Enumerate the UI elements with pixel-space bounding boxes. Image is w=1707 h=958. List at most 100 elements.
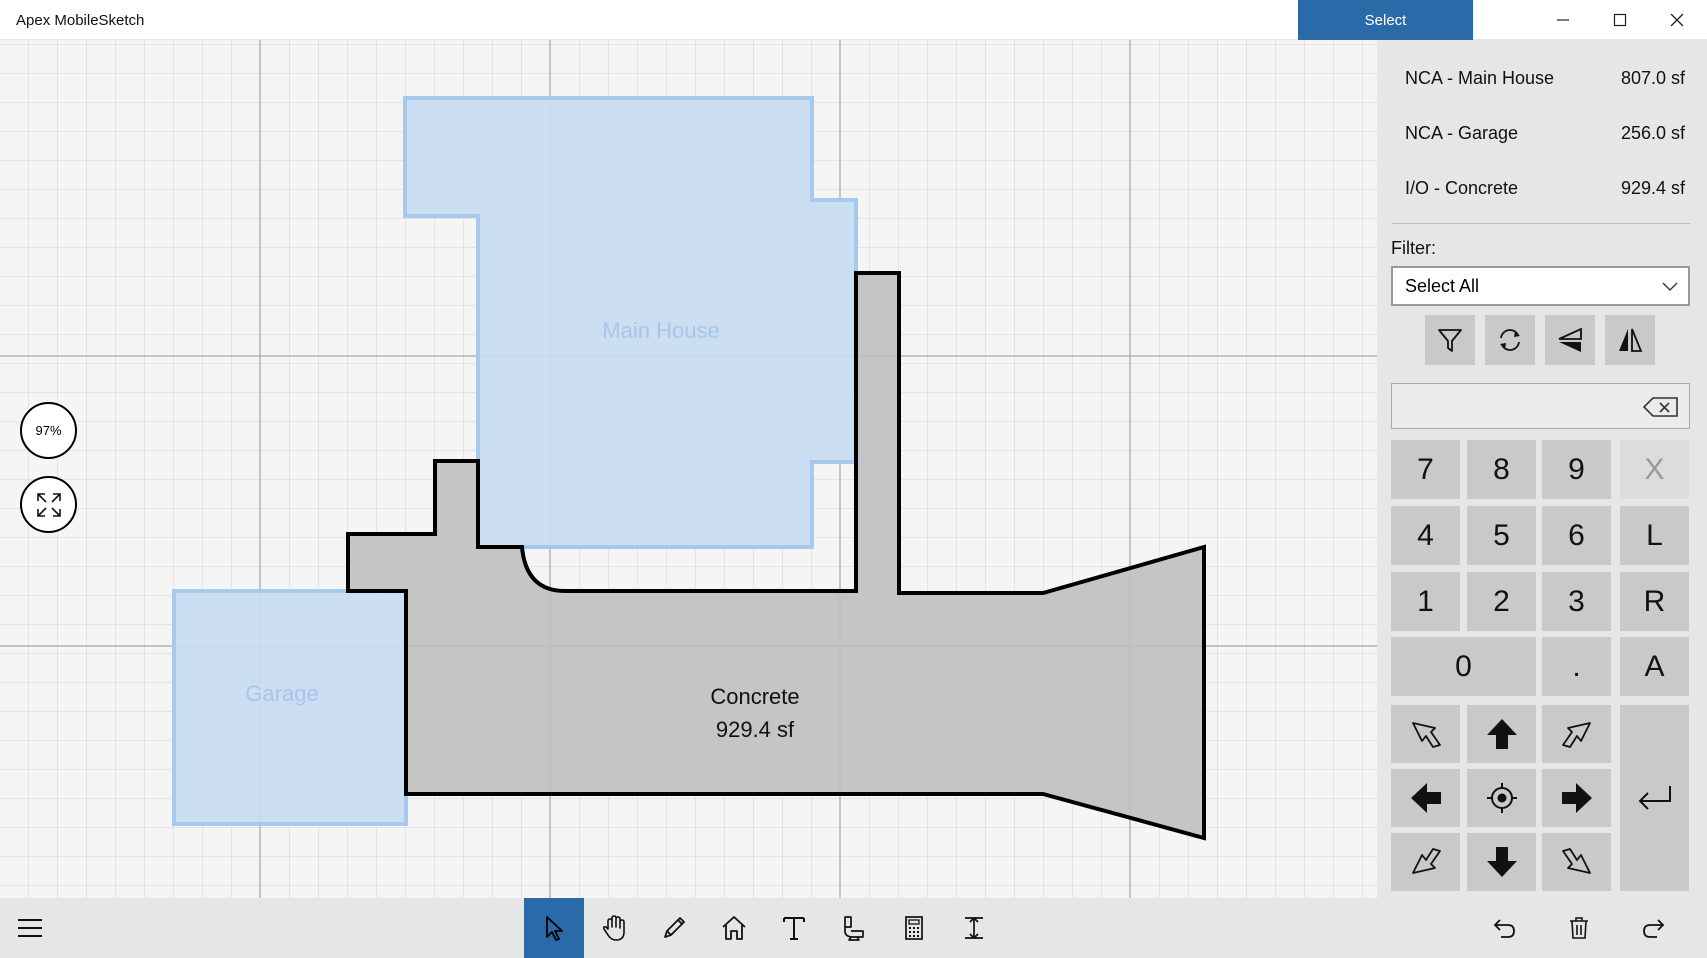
move-left-button[interactable] bbox=[1391, 769, 1460, 827]
concrete-label: Concrete bbox=[710, 684, 799, 709]
numeric-input[interactable] bbox=[1391, 383, 1690, 429]
area-row-main-house[interactable]: NCA - Main House 807.0 sf bbox=[1405, 68, 1685, 92]
fixture-icon bbox=[844, 916, 864, 941]
area-name: I/O - Concrete bbox=[1405, 178, 1519, 198]
area-value: 807.0 sf bbox=[1620, 68, 1685, 88]
dimension-icon bbox=[965, 916, 983, 940]
rotate-tool-button[interactable] bbox=[1485, 315, 1535, 365]
arrow-left-icon bbox=[1410, 783, 1441, 813]
pencil-icon bbox=[664, 917, 685, 938]
garage-label: Garage bbox=[245, 681, 318, 706]
concrete-area-label: 929.4 sf bbox=[716, 717, 795, 742]
arrow-up-right-icon bbox=[1561, 722, 1591, 748]
backspace-icon bbox=[1643, 397, 1678, 417]
undo-icon bbox=[1493, 919, 1515, 938]
flip-horizontal-icon bbox=[1619, 328, 1643, 352]
redo-icon bbox=[1643, 919, 1665, 938]
calculator-tool-button[interactable] bbox=[884, 898, 944, 958]
key-5[interactable]: 5 bbox=[1467, 506, 1536, 565]
key-x[interactable]: X bbox=[1620, 440, 1689, 499]
title-bar: Apex MobileSketch Select bbox=[0, 0, 1707, 40]
shape-garage[interactable] bbox=[172, 589, 408, 826]
backspace-button[interactable] bbox=[1641, 394, 1681, 420]
key-3[interactable]: 3 bbox=[1542, 572, 1611, 631]
arrow-up-left-icon bbox=[1411, 722, 1441, 748]
flip-vertical-button[interactable] bbox=[1545, 315, 1595, 365]
filter-tool-button[interactable] bbox=[1425, 315, 1475, 365]
filter-dropdown[interactable]: Select All bbox=[1391, 266, 1690, 306]
key-r[interactable]: R bbox=[1620, 572, 1689, 631]
key-8[interactable]: 8 bbox=[1467, 440, 1536, 499]
chevron-down-icon bbox=[1662, 282, 1678, 291]
calculator-icon bbox=[905, 916, 923, 940]
panel-divider bbox=[1392, 223, 1690, 224]
area-name: NCA - Main House bbox=[1405, 68, 1555, 88]
select-pointer-icon bbox=[546, 916, 563, 941]
key-9[interactable]: 9 bbox=[1542, 440, 1611, 499]
key-4[interactable]: 4 bbox=[1391, 506, 1460, 565]
dimension-tool-button[interactable] bbox=[944, 898, 1004, 958]
flip-vertical-icon bbox=[1558, 327, 1582, 352]
arrow-up-icon bbox=[1486, 719, 1517, 749]
area-row-concrete[interactable]: I/O - Concrete 929.4 sf bbox=[1405, 178, 1685, 202]
area-name: NCA - Garage bbox=[1405, 123, 1519, 143]
filter-selected-value: Select All bbox=[1405, 275, 1480, 296]
sketch-canvas[interactable]: Main House Garage Concrete 929.4 sf 97% bbox=[0, 40, 1377, 898]
move-right-button[interactable] bbox=[1542, 769, 1611, 827]
draw-tool-button[interactable] bbox=[644, 898, 704, 958]
filter-icon bbox=[1438, 329, 1462, 352]
key-0[interactable]: 0 bbox=[1391, 637, 1536, 696]
arrow-down-left-icon bbox=[1411, 848, 1441, 874]
home-icon bbox=[722, 916, 746, 940]
key-2[interactable]: 2 bbox=[1467, 572, 1536, 631]
pan-hand-icon bbox=[602, 915, 625, 941]
mode-select-button[interactable]: Select bbox=[1298, 0, 1473, 40]
move-up-button[interactable] bbox=[1467, 705, 1536, 763]
expand-icon bbox=[36, 492, 61, 517]
key-1[interactable]: 1 bbox=[1391, 572, 1460, 631]
minimize-button[interactable] bbox=[1535, 0, 1591, 40]
key-l[interactable]: L bbox=[1620, 506, 1689, 565]
select-tool-button[interactable] bbox=[524, 898, 584, 958]
move-down-button[interactable] bbox=[1467, 833, 1536, 891]
maximize-button[interactable] bbox=[1592, 0, 1648, 40]
enter-icon bbox=[1638, 786, 1671, 810]
pan-tool-button[interactable] bbox=[584, 898, 644, 958]
arrow-down-right-icon bbox=[1561, 848, 1591, 874]
move-up-left-button[interactable] bbox=[1391, 705, 1460, 763]
area-value: 256.0 sf bbox=[1620, 123, 1685, 143]
menu-icon bbox=[18, 919, 42, 937]
move-up-right-button[interactable] bbox=[1542, 705, 1611, 763]
undo-button[interactable] bbox=[1474, 898, 1534, 958]
main-house-label: Main House bbox=[602, 318, 719, 343]
redo-button[interactable] bbox=[1624, 898, 1684, 958]
fixture-tool-button[interactable] bbox=[824, 898, 884, 958]
close-icon bbox=[1670, 13, 1684, 27]
house-tool-button[interactable] bbox=[704, 898, 764, 958]
sketch-drawing[interactable]: Main House Garage Concrete 929.4 sf bbox=[0, 40, 1377, 898]
flip-horizontal-button[interactable] bbox=[1605, 315, 1655, 365]
menu-button[interactable] bbox=[0, 898, 60, 958]
area-row-garage[interactable]: NCA - Garage 256.0 sf bbox=[1405, 123, 1685, 147]
key-7[interactable]: 7 bbox=[1391, 440, 1460, 499]
enter-button[interactable] bbox=[1620, 705, 1689, 891]
arrow-down-icon bbox=[1486, 847, 1517, 877]
zoom-level: 97% bbox=[35, 423, 62, 438]
delete-button[interactable] bbox=[1549, 898, 1609, 958]
zoom-level-button[interactable]: 97% bbox=[20, 402, 77, 459]
key-decimal[interactable]: . bbox=[1542, 637, 1611, 696]
refresh-icon bbox=[1500, 329, 1520, 351]
minimize-icon bbox=[1557, 19, 1569, 21]
move-down-right-button[interactable] bbox=[1542, 833, 1611, 891]
delete-icon bbox=[1570, 917, 1588, 939]
move-down-left-button[interactable] bbox=[1391, 833, 1460, 891]
key-6[interactable]: 6 bbox=[1542, 506, 1611, 565]
right-panel: NCA - Main House 807.0 sf NCA - Garage 2… bbox=[1377, 40, 1707, 898]
filter-label: Filter: bbox=[1391, 238, 1436, 258]
close-button[interactable] bbox=[1649, 0, 1705, 40]
fit-to-screen-button[interactable] bbox=[20, 476, 77, 533]
text-tool-button[interactable] bbox=[764, 898, 824, 958]
area-value: 929.4 sf bbox=[1620, 178, 1685, 198]
center-button[interactable] bbox=[1467, 769, 1536, 827]
key-a[interactable]: A bbox=[1620, 637, 1689, 696]
